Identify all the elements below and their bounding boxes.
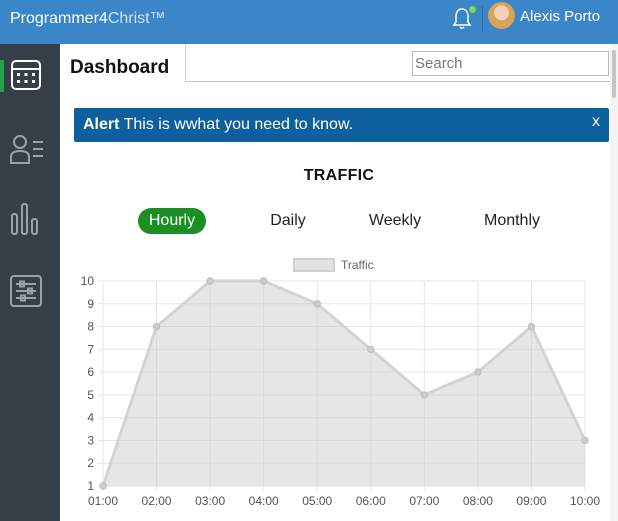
tab-weekly[interactable]: Weekly: [361, 208, 429, 234]
y-tick-label: 4: [87, 411, 94, 425]
y-tick-label: 8: [87, 320, 94, 334]
user-name[interactable]: Alexis Porto: [520, 8, 600, 25]
y-tick-label: 7: [87, 342, 94, 356]
y-tick-label: 6: [87, 365, 94, 379]
settings-sliders-icon: [10, 275, 42, 307]
bar-chart-icon: [11, 203, 38, 235]
notification-dot: [469, 6, 476, 13]
x-tick-label: 06:00: [356, 494, 386, 508]
alert-message: This is wwhat you need to know.: [123, 116, 354, 133]
page-header: Dashboard: [60, 44, 618, 90]
traffic-point: [152, 322, 161, 331]
traffic-point: [313, 300, 321, 308]
logo-text: Programmer4: [10, 10, 108, 27]
avatar[interactable]: [488, 2, 515, 29]
x-tick-label: 02:00: [142, 494, 172, 508]
y-tick-label: 9: [87, 297, 94, 311]
traffic-point: [474, 368, 482, 376]
sidebar: [0, 44, 60, 521]
tab-monthly[interactable]: Monthly: [478, 208, 546, 234]
members-icon: [10, 135, 43, 164]
alert-text: Alert This is wwhat you need to know.: [83, 116, 353, 134]
sidebar-item-calendar[interactable]: [0, 44, 60, 108]
topbar-divider: [482, 6, 483, 32]
traffic-point: [420, 391, 429, 399]
logo-text-light: Christ™: [107, 10, 166, 27]
tab-daily[interactable]: Daily: [262, 208, 314, 234]
x-tick-label: 03:00: [195, 494, 225, 508]
header-separator: [185, 44, 186, 82]
sidebar-item-settings[interactable]: [0, 260, 60, 324]
traffic-point: [527, 322, 536, 331]
y-tick-label: 5: [87, 388, 94, 402]
x-tick-label: 10:00: [570, 494, 600, 508]
x-tick-label: 04:00: [249, 494, 279, 508]
header-rule: [185, 81, 618, 82]
sidebar-item-reports[interactable]: [0, 188, 60, 252]
legend-swatch: [293, 258, 335, 272]
y-tick-label: 3: [87, 433, 94, 447]
search-input[interactable]: [412, 51, 609, 76]
app-logo[interactable]: Programmer4Christ™: [10, 10, 166, 28]
x-tick-label: 07:00: [409, 494, 439, 508]
scrollbar-track[interactable]: [610, 44, 618, 521]
x-tick-label: 08:00: [463, 494, 493, 508]
traffic-point: [259, 277, 268, 285]
alert-label: Alert: [83, 116, 120, 133]
x-tick-label: 09:00: [516, 494, 546, 508]
legend-label: Traffic: [341, 258, 374, 272]
top-bar: Programmer4Christ™ Alexis Porto: [0, 0, 618, 44]
sidebar-item-members[interactable]: [0, 118, 60, 182]
traffic-point: [206, 277, 214, 285]
page-title: Dashboard: [70, 57, 170, 78]
calendar-icon: [11, 60, 41, 90]
x-tick-label: 01:00: [88, 494, 118, 508]
traffic-title: TRAFFIC: [303, 167, 375, 184]
y-tick-label: 10: [81, 274, 95, 288]
x-tick-label: 05:00: [302, 494, 332, 508]
y-tick-label: 1: [87, 479, 94, 493]
tab-hourly[interactable]: Hourly: [138, 208, 206, 234]
alert-close-button[interactable]: x: [589, 113, 603, 131]
traffic-point: [581, 436, 589, 445]
traffic-point: [367, 345, 375, 354]
alert-banner: Alert This is wwhat you need to know. x: [74, 108, 609, 142]
traffic-chart: Traffic 1 2 3 4 5 6 7 8 9 10 01:00 02:00 03:00 04:00 05…: [81, 258, 600, 508]
traffic-point: [99, 482, 107, 490]
scrollbar-thumb[interactable]: [612, 50, 616, 98]
y-tick-label: 2: [87, 456, 94, 470]
